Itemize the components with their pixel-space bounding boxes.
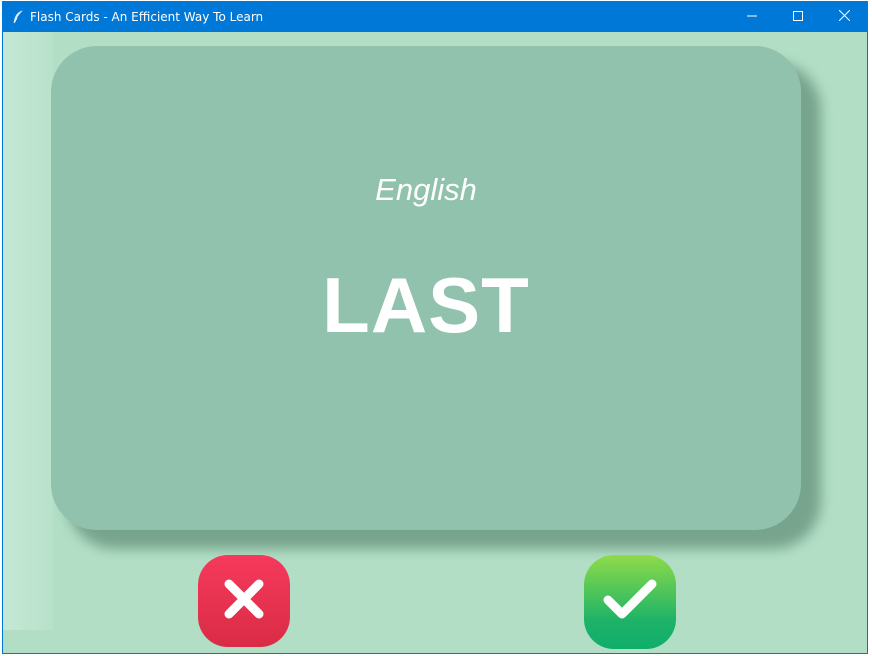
- minimize-icon: [747, 8, 757, 26]
- left-edge-panel: [3, 32, 53, 630]
- wrong-button[interactable]: [198, 555, 290, 647]
- maximize-icon: [793, 8, 803, 26]
- app-window: Flash Cards - An Efficient Way To Learn: [2, 1, 868, 654]
- flash-card: English LAST: [51, 46, 801, 530]
- title-bar[interactable]: Flash Cards - An Efficient Way To Learn: [3, 2, 867, 32]
- window-title: Flash Cards - An Efficient Way To Learn: [30, 10, 264, 24]
- close-button[interactable]: [821, 2, 867, 32]
- maximize-button[interactable]: [775, 2, 821, 32]
- right-button[interactable]: [584, 555, 676, 649]
- close-icon: [838, 8, 850, 26]
- card-word: LAST: [322, 261, 530, 349]
- window-controls: [729, 2, 867, 32]
- x-icon: [222, 577, 266, 626]
- minimize-button[interactable]: [729, 2, 775, 32]
- card-language-label: English: [375, 172, 477, 207]
- feather-icon: [11, 10, 25, 24]
- checkmark-icon: [602, 576, 658, 629]
